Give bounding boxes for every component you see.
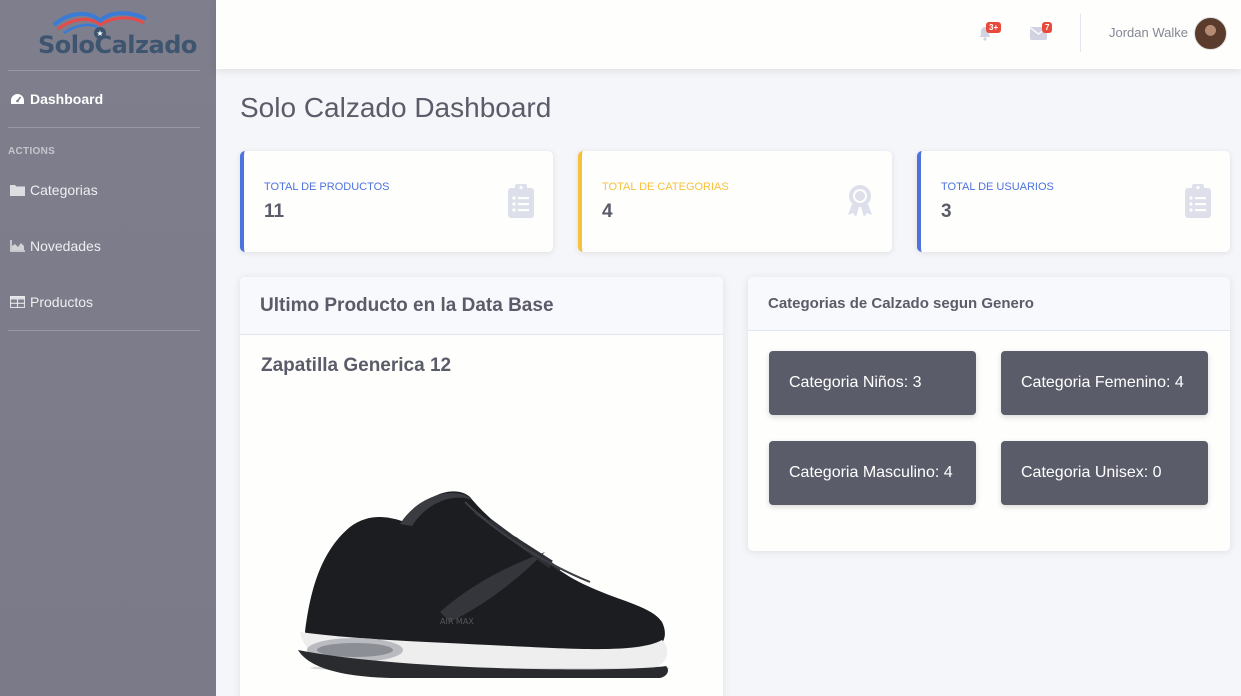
award-icon xyxy=(848,185,872,217)
sidebar: ★ SoloCalzado Dashboard ACTIONS Categori… xyxy=(0,0,216,696)
last-product-card: Ultimo Producto en la Data Base Zapatill… xyxy=(240,277,723,696)
messages-button[interactable]: 7 xyxy=(1030,22,1053,42)
user-name[interactable]: Jordan Walke xyxy=(1109,25,1188,40)
folder-icon xyxy=(9,182,25,198)
stat-card-productos: TOTAL DE PRODUCTOS 11 xyxy=(240,151,553,252)
sidebar-heading: ACTIONS xyxy=(8,146,56,157)
sidebar-item-categorias[interactable]: Categorias xyxy=(0,162,216,218)
last-product-header: Ultimo Producto en la Data Base xyxy=(240,277,723,335)
product-name: Zapatilla Generica 12 xyxy=(261,355,452,376)
brand-logo: ★ SoloCalzado xyxy=(38,5,197,65)
sidebar-item-novedades[interactable]: Novedades xyxy=(0,218,216,274)
alerts-button[interactable]: 3+ xyxy=(978,22,1002,42)
categories-card: Categorias de Calzado segun Genero Categ… xyxy=(748,277,1230,551)
sidebar-item-dashboard[interactable]: Dashboard xyxy=(0,71,216,127)
clipboard-list-icon xyxy=(1185,184,1211,218)
categories-header: Categorias de Calzado segun Genero xyxy=(748,277,1230,331)
clipboard-list-icon xyxy=(508,184,534,218)
stat-card-categorias: TOTAL DE CATEGORIAS 4 xyxy=(578,151,892,252)
table-icon xyxy=(9,294,25,310)
stat-label: TOTAL DE USUARIOS xyxy=(941,181,1054,193)
category-box: Categoria Niños: 3 xyxy=(769,351,976,415)
category-box: Categoria Unisex: 0 xyxy=(1001,441,1208,505)
messages-badge: 7 xyxy=(1042,22,1053,33)
sidebar-item-label: Dashboard xyxy=(30,91,104,107)
sidebar-item-productos[interactable]: Productos xyxy=(0,274,216,330)
category-box: Categoria Masculino: 4 xyxy=(769,441,976,505)
brand-name: SoloCalzado xyxy=(38,31,197,59)
category-box: Categoria Femenino: 4 xyxy=(1001,351,1208,415)
stat-value: 11 xyxy=(264,201,285,222)
stat-card-usuarios: TOTAL DE USUARIOS 3 xyxy=(917,151,1230,252)
topbar-divider xyxy=(1080,14,1081,52)
sidebar-item-label: Productos xyxy=(30,294,94,310)
sidebar-item-label: Categorias xyxy=(30,182,98,198)
stat-label: TOTAL DE CATEGORIAS xyxy=(602,181,729,193)
page-title: Solo Calzado Dashboard xyxy=(240,92,552,123)
alerts-badge: 3+ xyxy=(986,22,1002,33)
stat-label: TOTAL DE PRODUCTOS xyxy=(264,181,390,193)
sidebar-divider xyxy=(8,330,200,331)
svg-text:AIR MAX: AIR MAX xyxy=(440,617,474,626)
brand[interactable]: ★ SoloCalzado xyxy=(0,0,216,70)
sidebar-item-label: Novedades xyxy=(30,238,101,254)
topbar: 3+ 7 Jordan Walke xyxy=(216,0,1241,69)
stat-value: 3 xyxy=(941,201,952,222)
tachometer-icon xyxy=(9,91,25,107)
stat-value: 4 xyxy=(602,201,613,222)
avatar[interactable] xyxy=(1194,17,1227,50)
area-chart-icon xyxy=(9,238,25,254)
sneaker-image: AIR MAX xyxy=(298,491,670,678)
